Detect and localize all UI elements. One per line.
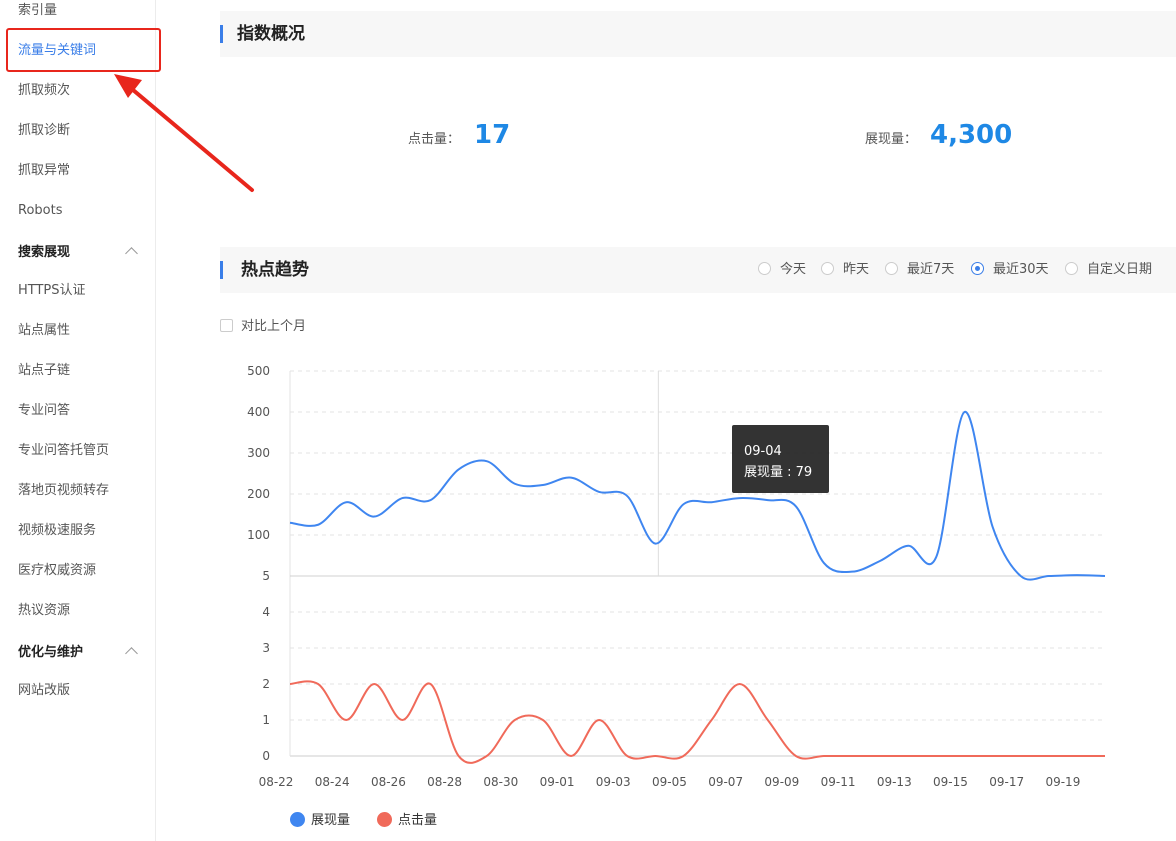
legend-dot bbox=[290, 812, 305, 827]
chevron-up-icon bbox=[125, 247, 138, 260]
chart-tooltip: 09-04 展现量 : 79 bbox=[732, 425, 829, 493]
series-line-clicks bbox=[289, 680, 1105, 764]
radio-circle bbox=[821, 262, 834, 275]
sidebar-item-crawl-errors[interactable]: 抓取异常 bbox=[18, 163, 70, 179]
trend-title: 热点趋势 bbox=[241, 260, 309, 280]
sidebar-item-pro-qa-hosting[interactable]: 专业问答托管页 bbox=[18, 443, 109, 459]
y-tick-label: 4 bbox=[262, 605, 270, 619]
sidebar-item-pro-qa[interactable]: 专业问答 bbox=[18, 403, 70, 419]
series-line-impressions bbox=[289, 410, 1106, 581]
radio-circle bbox=[971, 262, 984, 275]
overview-header: 指数概况 bbox=[220, 11, 1176, 57]
range-30days-radio[interactable]: 最近30天 bbox=[971, 262, 1049, 278]
range-yesterday-radio[interactable]: 昨天 bbox=[821, 262, 869, 278]
x-tick-label: 09-19 bbox=[1045, 775, 1080, 789]
x-tick-label: 09-09 bbox=[764, 775, 799, 789]
range-7days-radio[interactable]: 最近7天 bbox=[885, 262, 954, 278]
y-tick-label: 2 bbox=[262, 677, 270, 691]
y-tick-label: 300 bbox=[247, 446, 270, 460]
sidebar-item-medical-resources[interactable]: 医疗权威资源 bbox=[18, 563, 96, 579]
sidebar-item-https[interactable]: HTTPS认证 bbox=[18, 283, 86, 299]
x-tick-label: 09-03 bbox=[596, 775, 631, 789]
tooltip-value: 展现量 : 79 bbox=[744, 465, 813, 480]
section-accent-bar bbox=[220, 261, 223, 279]
sidebar-item-video-transfer[interactable]: 落地页视频转存 bbox=[18, 483, 109, 499]
sidebar-group-search-display[interactable]: 搜索展现 bbox=[18, 245, 138, 261]
sidebar-item-crawl-frequency[interactable]: 抓取频次 bbox=[18, 83, 70, 99]
y-tick-label: 100 bbox=[247, 528, 270, 542]
tooltip-date: 09-04 bbox=[744, 444, 782, 459]
y-tick-label: 5 bbox=[262, 569, 270, 583]
y-tick-label: 400 bbox=[247, 405, 270, 419]
x-tick-label: 09-01 bbox=[540, 775, 575, 789]
legend-dot bbox=[377, 812, 392, 827]
y-tick-label: 200 bbox=[247, 487, 270, 501]
sidebar-item-index[interactable]: 索引量 bbox=[18, 3, 57, 19]
radio-circle bbox=[1065, 262, 1078, 275]
sidebar-group-optimize-maintain[interactable]: 优化与维护 bbox=[18, 645, 138, 661]
x-tick-label: 08-26 bbox=[371, 775, 406, 789]
x-tick-label: 09-17 bbox=[989, 775, 1024, 789]
range-custom-radio[interactable]: 自定义日期 bbox=[1065, 262, 1152, 278]
sidebar-item-robots[interactable]: Robots bbox=[18, 203, 62, 219]
sidebar-group-label: 优化与维护 bbox=[18, 645, 84, 660]
section-accent-bar bbox=[220, 25, 223, 43]
sidebar-item-crawl-diagnosis[interactable]: 抓取诊断 bbox=[18, 123, 70, 139]
impressions-label: 展现量： bbox=[865, 132, 918, 147]
radio-label: 自定义日期 bbox=[1087, 262, 1153, 277]
legend-impressions[interactable]: 展现量 bbox=[290, 812, 350, 829]
legend-label: 展现量 bbox=[311, 813, 351, 828]
sidebar-item-hot-topics[interactable]: 热议资源 bbox=[18, 603, 70, 619]
radio-label: 昨天 bbox=[843, 262, 870, 277]
x-tick-label: 09-05 bbox=[652, 775, 687, 789]
impressions-value: 4,300 bbox=[930, 120, 1013, 150]
radio-label: 最近30天 bbox=[993, 262, 1049, 277]
legend-clicks[interactable]: 点击量 bbox=[377, 812, 437, 829]
x-tick-label: 09-15 bbox=[933, 775, 968, 789]
range-today-radio[interactable]: 今天 bbox=[758, 262, 806, 278]
y-tick-label: 1 bbox=[262, 713, 270, 727]
compare-last-month-checkbox[interactable]: 对比上个月 bbox=[220, 319, 306, 335]
x-tick-label: 09-13 bbox=[877, 775, 912, 789]
radio-label: 最近7天 bbox=[907, 262, 955, 277]
x-tick-label: 09-11 bbox=[821, 775, 856, 789]
clicks-label: 点击量： bbox=[408, 132, 461, 147]
sidebar-item-video-speed[interactable]: 视频极速服务 bbox=[18, 523, 96, 539]
sidebar-item-site-revision[interactable]: 网站改版 bbox=[18, 683, 70, 699]
x-tick-label: 08-24 bbox=[315, 775, 350, 789]
radio-circle bbox=[885, 262, 898, 275]
checkbox-box bbox=[220, 319, 233, 332]
overview-title: 指数概况 bbox=[237, 24, 305, 44]
sidebar-item-sitelinks[interactable]: 站点子链 bbox=[18, 363, 70, 379]
x-tick-label: 08-28 bbox=[427, 775, 462, 789]
x-tick-label: 09-07 bbox=[708, 775, 743, 789]
y-tick-label: 3 bbox=[262, 641, 270, 655]
legend-label: 点击量 bbox=[398, 813, 438, 828]
y-tick-label: 0 bbox=[262, 749, 270, 763]
trend-chart[interactable]: 500 400 300 200 100 5 4 3 2 1 0 08-22 08-24 08-26 08-2… bbox=[220, 340, 1120, 800]
x-tick-label: 08-22 bbox=[259, 775, 294, 789]
radio-label: 今天 bbox=[780, 262, 807, 277]
chevron-up-icon bbox=[125, 647, 138, 660]
checkbox-label: 对比上个月 bbox=[241, 319, 307, 334]
sidebar-item-site-attributes[interactable]: 站点属性 bbox=[18, 323, 70, 339]
clicks-value: 17 bbox=[474, 120, 511, 150]
y-tick-label: 500 bbox=[247, 364, 270, 378]
annotation-arrow bbox=[114, 74, 254, 192]
radio-circle bbox=[758, 262, 771, 275]
x-tick-label: 08-30 bbox=[483, 775, 518, 789]
sidebar-group-label: 搜索展现 bbox=[18, 245, 71, 260]
